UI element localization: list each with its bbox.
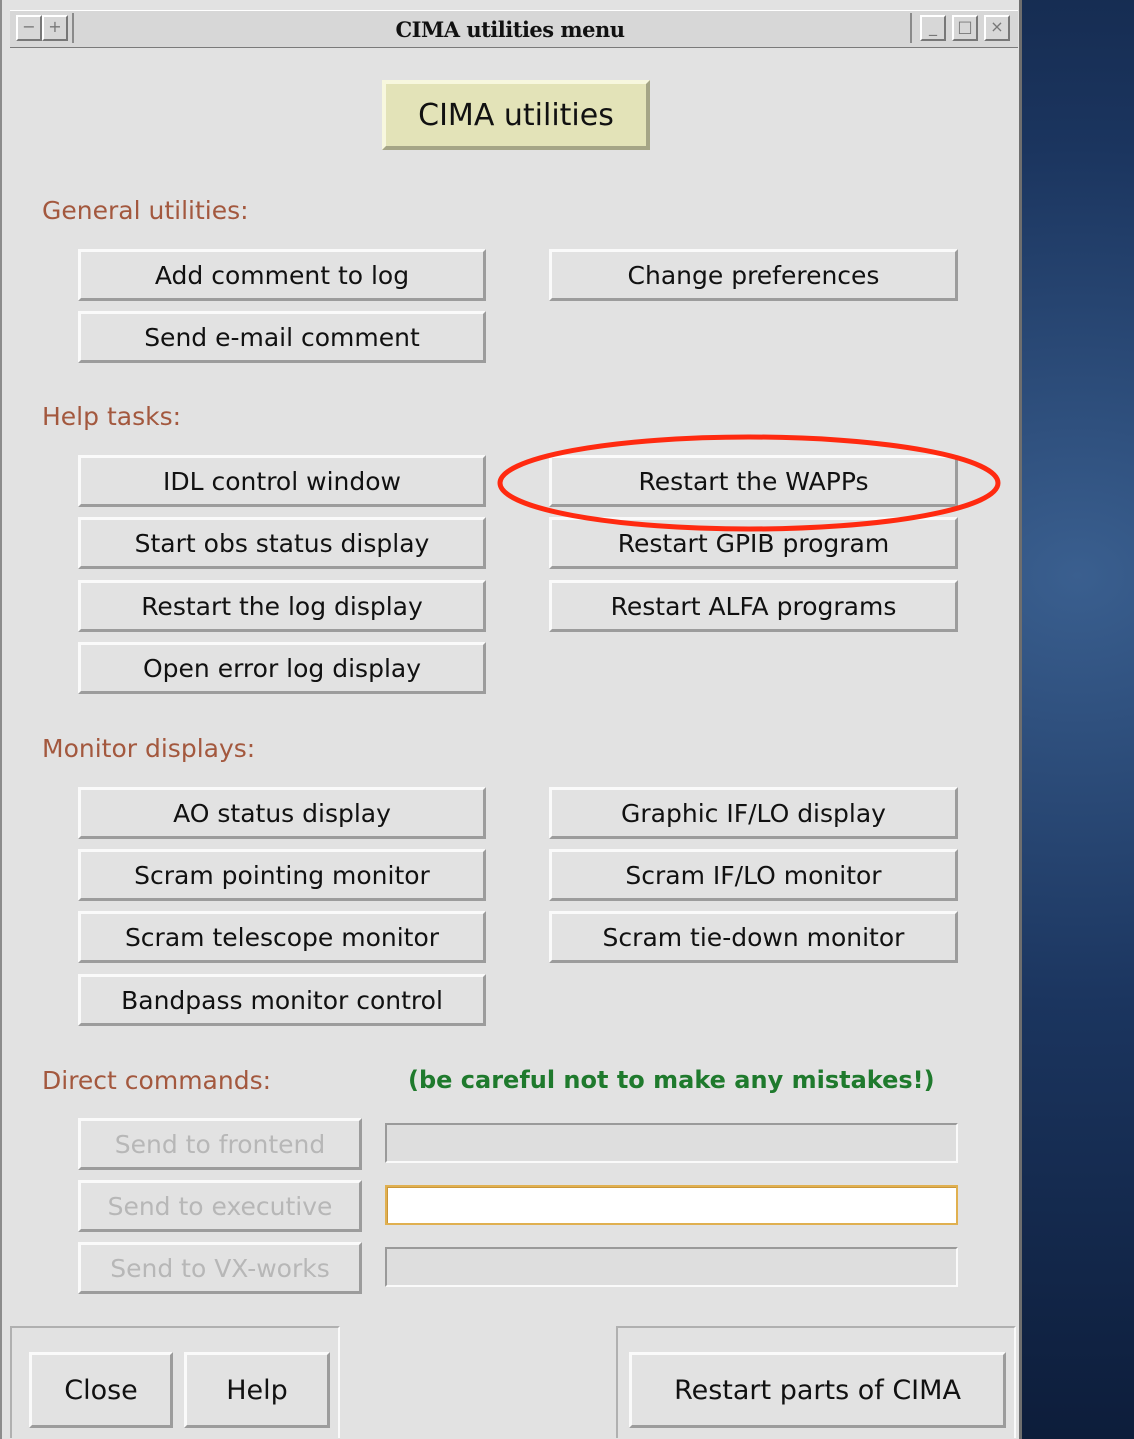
scram-if-lo-monitor-button[interactable]: Scram IF/LO monitor: [549, 849, 958, 901]
frontend-command-input[interactable]: [385, 1123, 958, 1163]
bandpass-monitor-control-button[interactable]: Bandpass monitor control: [78, 974, 486, 1026]
send-email-comment-button[interactable]: Send e-mail comment: [78, 311, 486, 363]
scram-telescope-monitor-button[interactable]: Scram telescope monitor: [78, 911, 486, 963]
titlebar-divider: [72, 13, 74, 43]
send-to-executive-button[interactable]: Send to executive: [78, 1180, 362, 1232]
maximize-icon[interactable]: □: [952, 15, 978, 41]
restart-log-display-button[interactable]: Restart the log display: [78, 580, 486, 632]
section-label-help: Help tasks:: [42, 402, 182, 431]
app-banner: CIMA utilities: [382, 80, 650, 150]
help-button[interactable]: Help: [184, 1352, 330, 1428]
change-preferences-button[interactable]: Change preferences: [549, 249, 958, 301]
section-label-general: General utilities:: [42, 196, 249, 225]
restart-alfa-programs-button[interactable]: Restart ALFA programs: [549, 580, 958, 632]
window-pin-icon[interactable]: +: [42, 15, 68, 41]
restart-gpib-program-button[interactable]: Restart GPIB program: [549, 517, 958, 569]
minimize-icon[interactable]: _: [920, 15, 946, 41]
open-error-log-display-button[interactable]: Open error log display: [78, 642, 486, 694]
restart-wapps-button[interactable]: Restart the WAPPs: [549, 455, 958, 507]
direct-commands-warning: (be careful not to make any mistakes!): [408, 1066, 935, 1094]
titlebar-divider: [910, 13, 912, 43]
graphic-if-lo-display-button[interactable]: Graphic IF/LO display: [549, 787, 958, 839]
cima-utilities-window: − + CIMA utilities menu _ □ × CIMA utili…: [0, 0, 1022, 1439]
title-bar[interactable]: − + CIMA utilities menu _ □ ×: [10, 10, 1018, 48]
start-obs-status-display-button[interactable]: Start obs status display: [78, 517, 486, 569]
vxworks-command-input[interactable]: [385, 1247, 958, 1287]
executive-command-input[interactable]: [385, 1185, 958, 1225]
send-to-vxworks-button[interactable]: Send to VX-works: [78, 1242, 362, 1294]
scram-pointing-monitor-button[interactable]: Scram pointing monitor: [78, 849, 486, 901]
idl-control-window-button[interactable]: IDL control window: [78, 455, 486, 507]
close-window-icon[interactable]: ×: [984, 15, 1010, 41]
window-menu-icon[interactable]: −: [16, 15, 42, 41]
send-to-frontend-button[interactable]: Send to frontend: [78, 1118, 362, 1170]
ao-status-display-button[interactable]: AO status display: [78, 787, 486, 839]
add-comment-to-log-button[interactable]: Add comment to log: [78, 249, 486, 301]
close-button[interactable]: Close: [29, 1352, 173, 1428]
section-label-monitor: Monitor displays:: [42, 734, 256, 763]
window-title: CIMA utilities menu: [395, 17, 625, 42]
scram-tie-down-monitor-button[interactable]: Scram tie-down monitor: [549, 911, 958, 963]
restart-parts-of-cima-button[interactable]: Restart parts of CIMA: [629, 1352, 1006, 1428]
section-label-direct: Direct commands:: [42, 1066, 272, 1095]
